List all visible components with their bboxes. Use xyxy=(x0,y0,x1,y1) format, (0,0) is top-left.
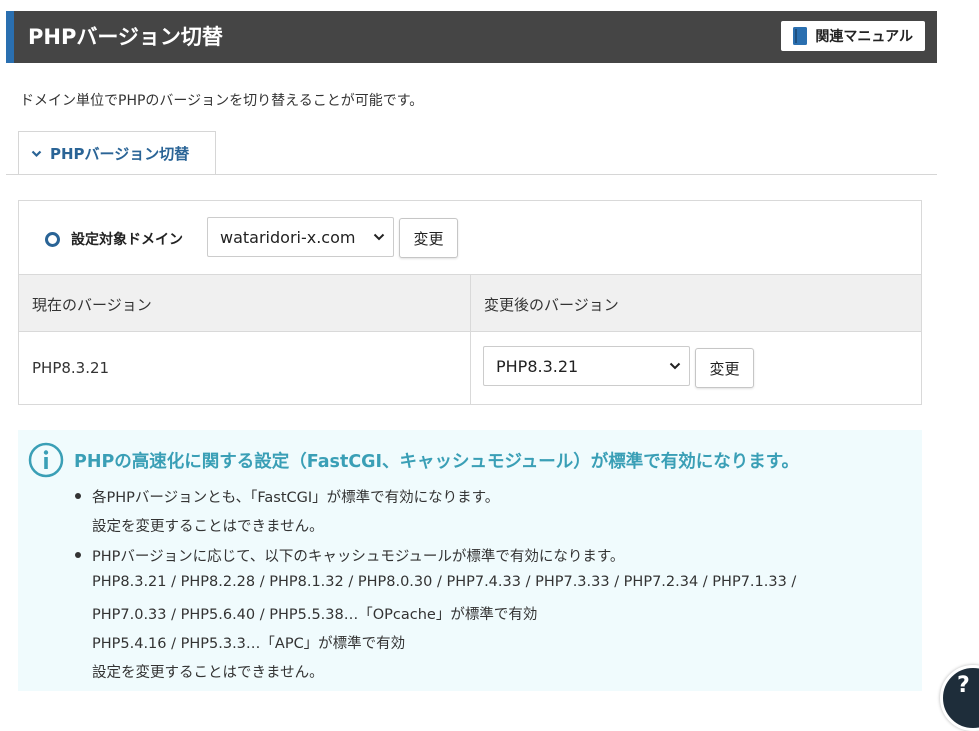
column-divider xyxy=(470,274,471,405)
info-title: PHPの高速化に関する設定（FastCGI、キャッシュモジュール）が標準で有効に… xyxy=(74,452,800,472)
current-version-value: PHP8.3.21 xyxy=(32,359,110,377)
domain-change-label: 変更 xyxy=(413,229,444,248)
version-change-label: 変更 xyxy=(709,359,740,378)
tab-php-version-switch[interactable]: PHPバージョン切替 xyxy=(18,131,216,175)
question-icon: ? xyxy=(957,673,970,698)
domain-select[interactable]: wataridori-x.com xyxy=(207,217,394,257)
page-description: ドメイン単位でPHPのバージョンを切り替えることが可能です。 xyxy=(20,93,424,109)
circle-bullet-icon xyxy=(45,232,60,247)
info-item-2-line-4: PHP5.4.16 / PHP5.3.3…「APC」が標準で有効 xyxy=(92,636,406,652)
tab-divider xyxy=(6,174,937,175)
chevron-down-icon xyxy=(669,362,681,370)
domain-select-value: wataridori-x.com xyxy=(220,227,356,247)
help-button[interactable]: ? xyxy=(940,665,979,731)
header-current-version: 現在のバージョン xyxy=(32,296,152,314)
tab-label: PHPバージョン切替 xyxy=(50,145,190,163)
new-version-select[interactable]: PHP8.3.21 xyxy=(483,346,690,386)
domain-selector-row: 設定対象ドメイン wataridori-x.com 変更 xyxy=(19,201,921,274)
info-item-1-line-1: 各PHPバージョンとも、「FastCGI」が標準で有効になります。 xyxy=(92,490,500,506)
version-change-button[interactable]: 変更 xyxy=(695,348,754,388)
domain-change-button[interactable]: 変更 xyxy=(399,218,458,258)
info-item-2-line-1: PHPバージョンに応じて、以下のキャッシュモジュールが標準で有効になります。 xyxy=(92,549,625,565)
bullet-dot xyxy=(75,493,81,499)
info-box: PHPの高速化に関する設定（FastCGI、キャッシュモジュール）が標準で有効に… xyxy=(18,430,922,691)
header-new-version: 変更後のバージョン xyxy=(484,296,619,314)
info-icon xyxy=(28,442,64,478)
domain-label: 設定対象ドメイン xyxy=(71,232,183,248)
book-icon xyxy=(793,27,808,45)
related-manual-button[interactable]: 関連マニュアル xyxy=(781,21,925,51)
chevron-down-icon xyxy=(31,150,42,157)
info-item-2-line-2: PHP8.3.21 / PHP8.2.28 / PHP8.1.32 / PHP8… xyxy=(92,574,797,590)
page-header: PHPバージョン切替 関連マニュアル xyxy=(6,11,937,63)
chevron-down-icon xyxy=(373,233,385,241)
page-title: PHPバージョン切替 xyxy=(28,25,223,49)
info-item-2-line-5: 設定を変更することはできません。 xyxy=(92,665,324,681)
bullet-dot xyxy=(75,552,81,558)
php-version-panel: 設定対象ドメイン wataridori-x.com 変更 現在のバージョン 変更… xyxy=(18,200,922,405)
info-item-1-line-2: 設定を変更することはできません。 xyxy=(92,519,324,535)
related-manual-label: 関連マニュアル xyxy=(815,29,913,45)
info-item-2-line-3: PHP7.0.33 / PHP5.6.40 / PHP5.5.38…「OPcac… xyxy=(92,607,538,623)
new-version-select-value: PHP8.3.21 xyxy=(496,356,579,376)
